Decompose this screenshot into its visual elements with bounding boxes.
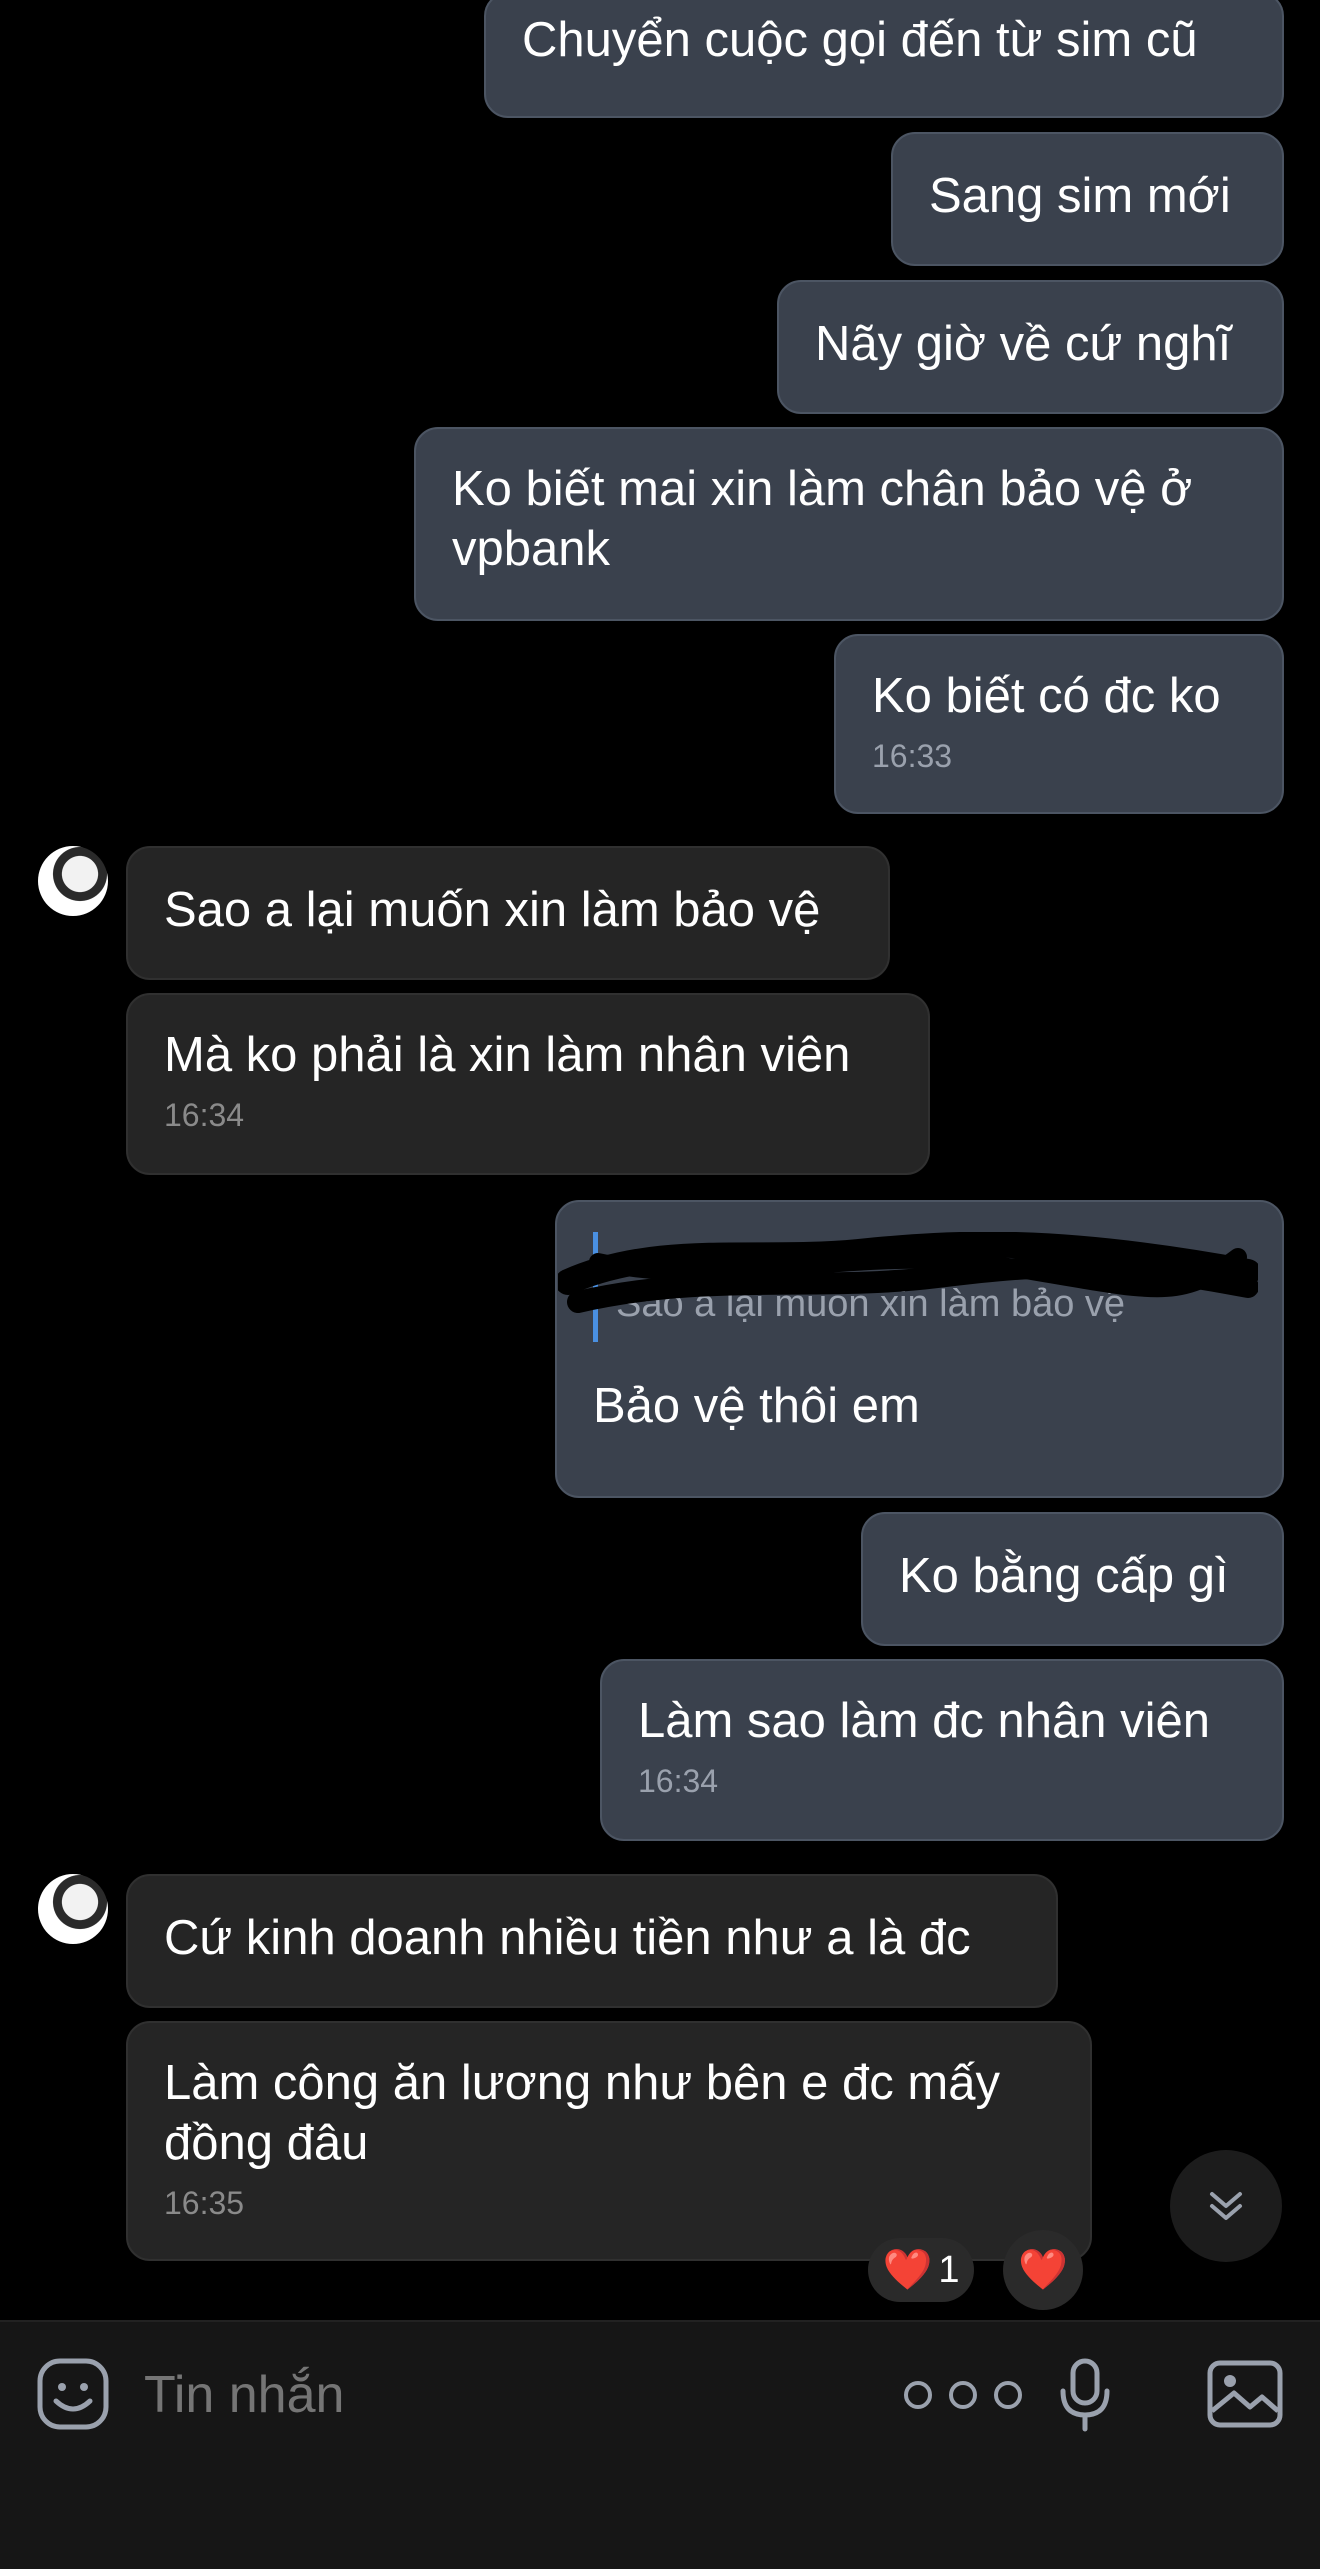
reply-quote[interactable]: Sao a lại muốn xin làm bảo vệ	[558, 1232, 1258, 1342]
contact-avatar[interactable]	[38, 1874, 108, 1944]
reaction-count: 1	[938, 2248, 960, 2291]
reaction-badge[interactable]: ❤️ 1	[868, 2238, 974, 2302]
scroll-down-icon	[1210, 2192, 1242, 2220]
outgoing-message[interactable]: Nãy giờ về cứ nghĩ	[777, 280, 1284, 414]
gallery-icon	[1207, 2360, 1283, 2428]
emoji-icon	[37, 2358, 109, 2430]
chat-thread[interactable]: Chuyển cuộc gọi đến từ sim cũ Sang sim m…	[0, 0, 1320, 2320]
message-time: 16:33	[872, 738, 953, 774]
message-text: Làm sao làm đc nhân viên	[638, 1694, 1210, 1748]
outgoing-message[interactable]: Sang sim mới	[891, 132, 1284, 266]
gallery-button[interactable]	[1205, 2357, 1285, 2431]
message-text: Chuyển cuộc gọi đến từ sim cũ	[522, 13, 1198, 67]
message-time: 16:34	[164, 1097, 245, 1133]
message-text: Nãy giờ về cứ nghĩ	[815, 317, 1232, 371]
outgoing-reply-message[interactable]: Sao a lại muốn xin làm bảo vệ Bảo vệ thô…	[555, 1200, 1284, 1498]
microphone-icon	[1060, 2358, 1110, 2432]
message-text: Ko biết mai xin làm chân bảo vệ ở vpbank	[452, 462, 1193, 576]
message-text: Ko bằng cấp gì	[899, 1549, 1229, 1603]
outgoing-message[interactable]: Chuyển cuộc gọi đến từ sim cũ	[484, 0, 1284, 118]
incoming-message[interactable]: Mà ko phải là xin làm nhân viên 16:34	[126, 993, 930, 1175]
outgoing-message[interactable]: Ko bằng cấp gì	[861, 1512, 1284, 1646]
incoming-message[interactable]: Cứ kinh doanh nhiều tiền như a là đc	[126, 1874, 1058, 2008]
message-text: Làm công ăn lương như bên e đc mấy đồng …	[164, 2056, 1000, 2170]
emoji-button[interactable]	[34, 2355, 112, 2433]
scroll-to-bottom-button[interactable]	[1170, 2150, 1282, 2262]
heart-icon: ❤️	[882, 2248, 933, 2292]
message-text: Bảo vệ thôi em	[593, 1379, 920, 1433]
heart-icon: ❤️	[1018, 2248, 1068, 2292]
message-text: Mà ko phải là xin làm nhân viên	[164, 1028, 851, 1082]
outgoing-message[interactable]: Ko biết mai xin làm chân bảo vệ ở vpbank	[414, 427, 1284, 621]
message-time: 16:35	[164, 2185, 245, 2221]
message-text: Cứ kinh doanh nhiều tiền như a là đc	[164, 1911, 971, 1965]
message-text: Sao a lại muốn xin làm bảo vệ	[164, 883, 821, 937]
message-text: Sang sim mới	[929, 169, 1231, 223]
outgoing-message[interactable]: Làm sao làm đc nhân viên 16:34	[600, 1659, 1284, 1841]
message-time: 16:34	[638, 1763, 719, 1799]
voice-message-button[interactable]	[1055, 2355, 1115, 2435]
incoming-message[interactable]: Làm công ăn lương như bên e đc mấy đồng …	[126, 2021, 1092, 2261]
redaction-scribble	[558, 1232, 1258, 1313]
message-text: Ko biết có đc ko	[872, 669, 1221, 723]
add-heart-reaction-button[interactable]: ❤️	[1003, 2230, 1083, 2310]
outgoing-message[interactable]: Ko biết có đc ko 16:33	[834, 634, 1284, 814]
incoming-message[interactable]: Sao a lại muốn xin làm bảo vệ	[126, 846, 890, 980]
contact-avatar[interactable]	[38, 846, 108, 916]
message-input[interactable]	[142, 2358, 846, 2432]
more-icon	[904, 2381, 1022, 2409]
more-button[interactable]	[898, 2370, 1028, 2420]
